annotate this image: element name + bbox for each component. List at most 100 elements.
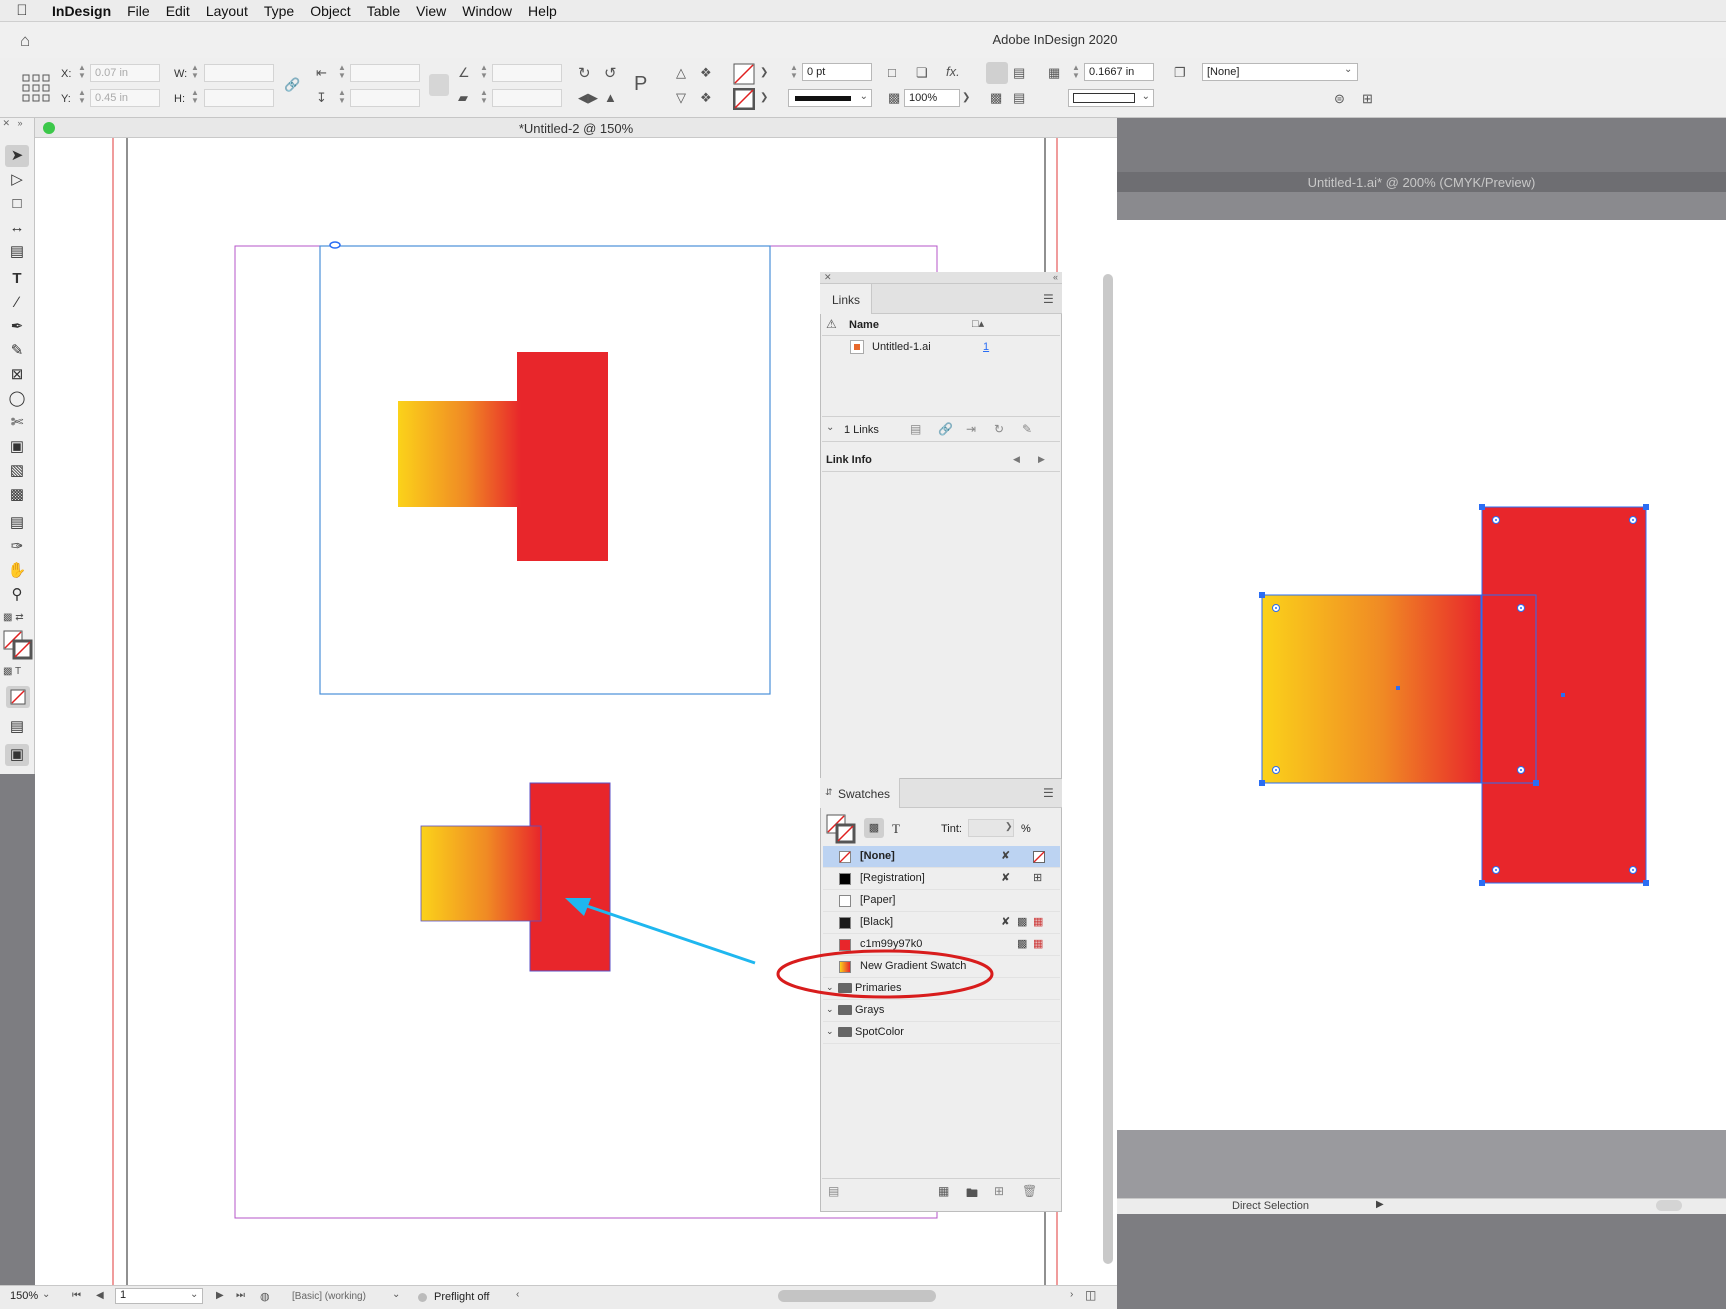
chevron-down-icon[interactable]: ⌄ xyxy=(392,1289,400,1300)
link-page[interactable]: 1 xyxy=(983,341,989,353)
chevron-down-icon[interactable]: ⌄ xyxy=(42,1289,50,1300)
select-content-icon[interactable]: ❖ xyxy=(700,66,712,79)
corner-widget[interactable] xyxy=(1517,604,1525,612)
selection-handle[interactable] xyxy=(1533,780,1539,786)
split-window-icon[interactable]: ◫ xyxy=(1085,1288,1096,1302)
gap-tool-icon[interactable]: ↔ xyxy=(5,217,29,239)
x-field[interactable]: 0.07 in xyxy=(90,64,160,82)
open-document-icon[interactable]: ◍ xyxy=(260,1290,270,1303)
collapse-icon[interactable]: « xyxy=(1053,272,1058,282)
selection-handle[interactable] xyxy=(1643,880,1649,886)
scale-x-field[interactable] xyxy=(350,64,420,82)
add-to-cc-library-icon[interactable]: ▦ xyxy=(938,1184,949,1198)
gap-stepper-icon[interactable]: ▲ ▼ xyxy=(1072,64,1080,80)
menu-object[interactable]: Object xyxy=(302,3,358,19)
drop-shadow-icon[interactable]: ❏ xyxy=(916,66,928,79)
rotate-cw-icon[interactable]: ↻ xyxy=(578,66,591,81)
menu-file[interactable]: File xyxy=(119,3,158,19)
illustrator-status[interactable]: Direct Selection xyxy=(1232,1200,1309,1212)
paragraph-flip-icon[interactable]: P xyxy=(634,74,647,94)
show-hide-link-info-icon[interactable]: ▤ xyxy=(910,422,921,436)
illustrator-h-scrollbar[interactable] xyxy=(1656,1200,1682,1211)
eyedropper-tool-icon[interactable]: ✑ xyxy=(5,536,29,558)
default-fill-stroke-icon[interactable]: ▩ ⇄ xyxy=(3,612,24,623)
opacity-chevron-icon[interactable]: ❯ xyxy=(962,93,970,103)
select-next-icon[interactable]: ❖ xyxy=(700,91,712,104)
link-name[interactable]: Untitled-1.ai xyxy=(872,341,931,353)
clear-overrides-icon[interactable]: ⊜ xyxy=(1334,92,1345,105)
corner-widget[interactable] xyxy=(1629,866,1637,874)
wrap-none-button[interactable] xyxy=(986,62,1008,84)
frame-fitting-icon[interactable]: □ xyxy=(888,66,896,79)
selection-handle[interactable] xyxy=(1479,504,1485,510)
direct-selection-tool-icon[interactable]: ▷ xyxy=(5,169,29,191)
formatting-text-icon[interactable]: T xyxy=(892,821,900,837)
show-swatch-kinds-icon[interactable]: ▤ xyxy=(828,1184,839,1198)
stroke-weight-stepper-icon[interactable]: ▲ ▼ xyxy=(790,64,798,80)
object-style-options-icon[interactable]: ⊞ xyxy=(1362,92,1373,105)
fill-menu-chevron-icon[interactable]: ❯ xyxy=(760,68,768,78)
constrain-scale-button[interactable] xyxy=(429,74,449,96)
y-field[interactable]: 0.45 in xyxy=(90,89,160,107)
last-page-icon[interactable]: ⏭ xyxy=(236,1290,245,1301)
corner-widget[interactable] xyxy=(1629,516,1637,524)
rectangle-frame-tool-icon[interactable]: ⊠ xyxy=(5,364,29,386)
chevron-down-icon[interactable]: ⌄ xyxy=(826,1004,834,1015)
constrain-proportions-icon[interactable]: 🔗 xyxy=(284,78,300,91)
warning-icon[interactable]: ⚠ xyxy=(826,317,837,331)
stroke-weight-field[interactable]: 0 pt xyxy=(802,63,872,81)
preflight-status[interactable]: Preflight off xyxy=(434,1291,489,1303)
scroll-right-icon[interactable]: › xyxy=(1070,1289,1073,1300)
apply-none-icon[interactable] xyxy=(6,686,30,708)
panel-dock-header[interactable]: ✕ « xyxy=(820,272,1062,284)
stroke-none-icon[interactable] xyxy=(733,88,755,110)
swatch-registration[interactable]: [Registration] ✘ ⊞ xyxy=(823,868,1060,890)
menu-edit[interactable]: Edit xyxy=(158,3,198,19)
swatches-fill-stroke-icon[interactable] xyxy=(826,814,856,844)
h-stepper-icon[interactable]: ▲ ▼ xyxy=(191,89,199,105)
corner-widget[interactable] xyxy=(1517,766,1525,774)
pen-tool-icon[interactable]: ✒ xyxy=(5,316,29,338)
stroke-style-select[interactable]: ⌄ xyxy=(1068,89,1154,107)
fill-stroke-swatch-icon[interactable] xyxy=(3,630,33,660)
scale-x-stepper-icon[interactable]: ▲ ▼ xyxy=(338,64,346,80)
screen-mode-icon[interactable]: ▤ xyxy=(5,716,29,738)
object-style-select[interactable]: [None] xyxy=(1202,63,1358,81)
menu-app[interactable]: InDesign xyxy=(44,3,119,19)
w-stepper-icon[interactable]: ▲ ▼ xyxy=(191,64,199,80)
selection-handle[interactable] xyxy=(1259,780,1265,786)
corner-widget[interactable] xyxy=(1492,516,1500,524)
menu-type[interactable]: Type xyxy=(256,3,302,19)
select-previous-icon[interactable]: ▽ xyxy=(676,91,686,104)
menu-window[interactable]: Window xyxy=(454,3,520,19)
links-name-header[interactable]: Name xyxy=(849,319,879,331)
wrap-bounding-box-icon[interactable]: ▤ xyxy=(1013,66,1025,79)
horizontal-scrollbar[interactable] xyxy=(778,1290,936,1302)
normal-view-icon[interactable]: ▣ xyxy=(5,744,29,766)
delete-swatch-icon[interactable]: 🗑 xyxy=(1022,1184,1037,1198)
tools-panel-header[interactable]: ✕ » xyxy=(0,118,35,130)
next-link-icon[interactable]: ▶ xyxy=(1038,454,1045,465)
chevron-down-icon[interactable]: ⌄ xyxy=(826,1026,834,1037)
swatch-paper[interactable]: [Paper] xyxy=(823,890,1060,912)
edit-original-icon[interactable]: ✎ xyxy=(1022,422,1032,436)
shear-stepper-icon[interactable]: ▲ ▼ xyxy=(480,89,488,105)
swatch-black[interactable]: [Black] ✘ ▩ ▦ xyxy=(823,912,1060,934)
x-stepper-icon[interactable]: ▲ ▼ xyxy=(78,64,86,80)
formatting-container-icon[interactable]: ▩ xyxy=(864,818,884,838)
gap-field[interactable]: 0.1667 in xyxy=(1084,63,1154,81)
apple-icon[interactable]:  xyxy=(0,2,44,19)
new-color-group-icon[interactable]: 🖿 xyxy=(966,1184,978,1205)
gradient-feather-tool-icon[interactable]: ▩ xyxy=(5,484,29,506)
note-tool-icon[interactable]: ▤ xyxy=(5,512,29,534)
menu-table[interactable]: Table xyxy=(359,3,408,19)
opacity-field[interactable]: 100% xyxy=(904,89,960,107)
formatting-affects-icon[interactable]: ▩ T xyxy=(3,666,21,677)
line-tool-icon[interactable]: ∕ xyxy=(5,292,29,314)
selection-tool-icon[interactable]: ➤ xyxy=(5,145,29,167)
stroke-type-select[interactable]: ⌄ xyxy=(788,89,872,107)
gradient-swatch-tool-icon[interactable]: ▧ xyxy=(5,460,29,482)
status-menu-arrow-icon[interactable]: ▶ xyxy=(1376,1199,1384,1210)
page-chevron-down-icon[interactable]: ⌄ xyxy=(190,1289,198,1300)
swatches-expand-icon[interactable]: ⇵ xyxy=(825,787,833,798)
